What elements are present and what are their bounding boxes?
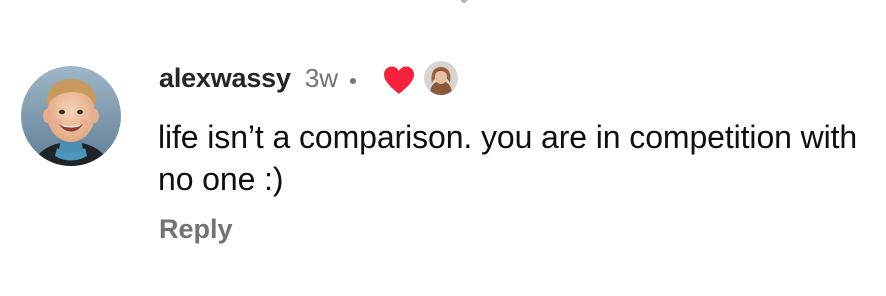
child-portrait-icon — [21, 66, 121, 166]
username-link[interactable]: alexwassy — [159, 63, 291, 94]
creator-avatar — [424, 61, 459, 95]
heart-icon — [382, 65, 416, 95]
reply-button[interactable]: Reply — [159, 214, 233, 245]
comment-text: life isn’t a comparison. you are in comp… — [158, 119, 858, 197]
creator-portrait-icon — [424, 61, 459, 95]
comment-item: alexwassy 3w life isn’t a comparison. yo… — [0, 0, 886, 296]
separator-dot — [350, 78, 357, 84]
comment-timestamp: 3w — [304, 62, 339, 93]
comment-header: alexwassy 3w — [159, 58, 459, 98]
user-avatar[interactable] — [21, 66, 121, 166]
